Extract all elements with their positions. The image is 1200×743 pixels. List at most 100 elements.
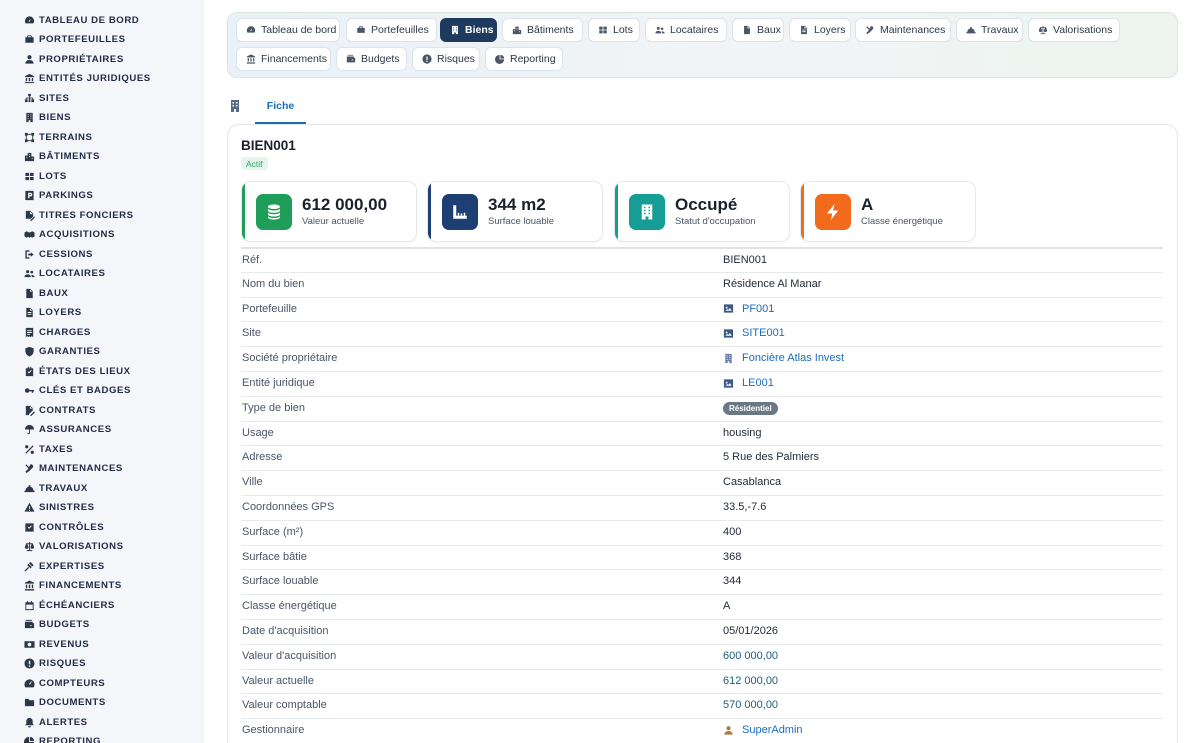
briefcase-icon [356,25,366,35]
sidebar-item-sites[interactable]: SITES [24,89,69,107]
sidebar-item-garanties[interactable]: GARANTIES [24,343,100,361]
tab-label: Portefeuilles [371,24,429,36]
money-bill-icon [24,639,35,650]
grid-icon [598,25,608,35]
sidebar-item-compteurs[interactable]: COMPTEURS [24,674,105,692]
sidebar-item-label: TAXES [39,443,74,455]
tab-portefeuilles[interactable]: Portefeuilles [346,18,437,42]
building-icon [230,97,240,112]
sidebar-item-portefeuilles[interactable]: PORTEFEUILLES [24,31,126,49]
tab-fiche[interactable]: Fiche [255,90,306,124]
dashboard-icon [24,15,35,26]
sidebar-item-loyers[interactable]: LOYERS [24,304,82,322]
file-pen-icon [24,405,35,416]
sidebar-item-taxes[interactable]: TAXES [24,440,73,458]
sidebar-item-assurances[interactable]: ASSURANCES [24,421,112,439]
gavel-icon [24,561,35,572]
sidebar-item-parkings[interactable]: PARKINGS [24,187,93,205]
sidebar-item-label: CONTRATS [39,404,96,416]
kpi-accent-bar [801,182,804,241]
tab-valorisations[interactable]: Valorisations [1028,18,1120,42]
sidebar-item-etats-des-lieux[interactable]: ÉTATS DES LIEUX [24,362,131,380]
sidebar-item-biens[interactable]: BIENS [24,109,71,127]
tab-label: Travaux [981,24,1019,36]
detail-link[interactable]: SuperAdmin [723,724,803,736]
detail-link[interactable]: Foncière Atlas Invest [723,352,844,364]
sidebar-item-revenus[interactable]: REVENUS [24,635,89,653]
sidebar-item-lots[interactable]: LOTS [24,167,67,185]
building-icon [723,353,734,364]
tab-financements[interactable]: Financements [236,47,331,71]
sidebar-item-sinistres[interactable]: SINISTRES [24,499,95,517]
tab-batiments[interactable]: Bâtiments [502,18,583,42]
detail-row: Adresse 5 Rue des Palmiers [241,445,1163,470]
tab-label: Bâtiments [527,24,574,36]
sidebar-item-budgets[interactable]: BUDGETS [24,616,90,634]
sidebar-item-label: CONTRÔLES [39,521,105,533]
tab-baux[interactable]: Baux [732,18,784,42]
sidebar-item-entites-juridiques[interactable]: ENTITÉS JURIDIQUES [24,70,151,88]
sidebar-item-valorisations[interactable]: VALORISATIONS [24,538,124,556]
tab-biens[interactable]: Biens [440,18,497,42]
detail-row: Nom du bien Résidence Al Manar [241,271,1163,297]
sidebar-item-contrats[interactable]: CONTRATS [24,401,96,419]
kpi-value: 344 m2 [488,195,546,214]
sidebar-item-terrains[interactable]: TERRAINS [24,128,92,146]
sidebar-item-expertises[interactable]: EXPERTISES [24,557,105,575]
detail-link-text: Foncière Atlas Invest [742,352,845,365]
detail-row: Site SITE001 [241,321,1163,346]
sidebar-item-charges[interactable]: CHARGES [24,323,91,341]
sidebar-item-batiments[interactable]: BÂTIMENTS [24,148,100,166]
sidebar-item-controles[interactable]: CONTRÔLES [24,518,104,536]
sidebar-item-label: COMPTEURS [39,677,106,689]
sidebar-item-maintenances[interactable]: MAINTENANCES [24,460,123,478]
bank-icon [24,73,35,84]
sidebar-item-label: BAUX [39,287,69,299]
tab-risques[interactable]: Risques [412,47,480,71]
exclamation-circle-icon [422,54,432,64]
sidebar-item-cessions[interactable]: CESSIONS [24,245,93,263]
tab-budgets[interactable]: Budgets [336,47,407,71]
clipboard-check-icon [24,366,35,377]
tab-loyers[interactable]: Loyers [789,18,851,42]
sidebar-item-baux[interactable]: BAUX [24,284,68,302]
detail-row: Surface bâtie 368 [241,544,1163,570]
sidebar-item-proprietaires[interactable]: PROPRIÉTAIRES [24,50,124,68]
detail-link[interactable]: SITE001 [723,327,785,339]
sidebar-item-tableau-de-bord[interactable]: TABLEAU DE BORD [24,11,139,29]
users-icon [24,268,35,279]
sidebar-item-travaux[interactable]: TRAVAUX [24,479,88,497]
sidebar-item-documents[interactable]: DOCUMENTS [24,694,106,712]
detail-value: 344 [723,575,742,588]
sidebar-item-financements[interactable]: FINANCEMENTS [24,577,122,595]
detail-row: Valeur actuelle 612 000,00 [241,668,1163,694]
sidebar-item-alertes[interactable]: ALERTES [24,713,88,731]
sidebar-item-label: CESSIONS [39,248,93,260]
detail-link[interactable]: PF001 [723,303,774,315]
sidebar-item-label: DOCUMENTS [39,697,106,708]
sidebar-item-acquisitions[interactable]: ACQUISITIONS [24,226,115,244]
detail-value: 400 [723,525,742,538]
tab-reporting[interactable]: Reporting [485,47,563,71]
detail-link[interactable]: LE001 [723,377,774,389]
sidebar-item-cles-et-badges[interactable]: CLÉS ET BADGES [24,382,131,400]
file-invoice-icon [799,25,809,35]
sidebar-item-risques[interactable]: RISQUES [24,655,86,673]
tab-lots[interactable]: Lots [588,18,640,42]
sidebar-item-reporting[interactable]: REPORTING [24,733,101,743]
sign-out-icon [24,249,35,260]
detail-row: Classe énergétique A [241,594,1163,619]
tab-label: Budgets [361,53,400,65]
sidebar-item-echeanciers[interactable]: ÉCHÉANCIERS [24,596,115,614]
sidebar-item-label: PORTEFEUILLES [39,34,126,45]
tab-maintenances[interactable]: Maintenances [855,18,951,42]
sitemap-icon [24,93,35,104]
tab-tableau-de-bord[interactable]: Tableau de bord [236,18,340,42]
sidebar-item-titres-fonciers[interactable]: TITRES FONCIERS [24,206,134,224]
detail-label: Site [242,327,261,340]
sidebar-item-label: PARKINGS [39,190,94,201]
sidebar-item-locataires[interactable]: LOCATAIRES [24,265,105,283]
tab-locataires[interactable]: Locataires [645,18,727,42]
coins-icon [256,194,292,230]
tab-travaux[interactable]: Travaux [956,18,1023,42]
